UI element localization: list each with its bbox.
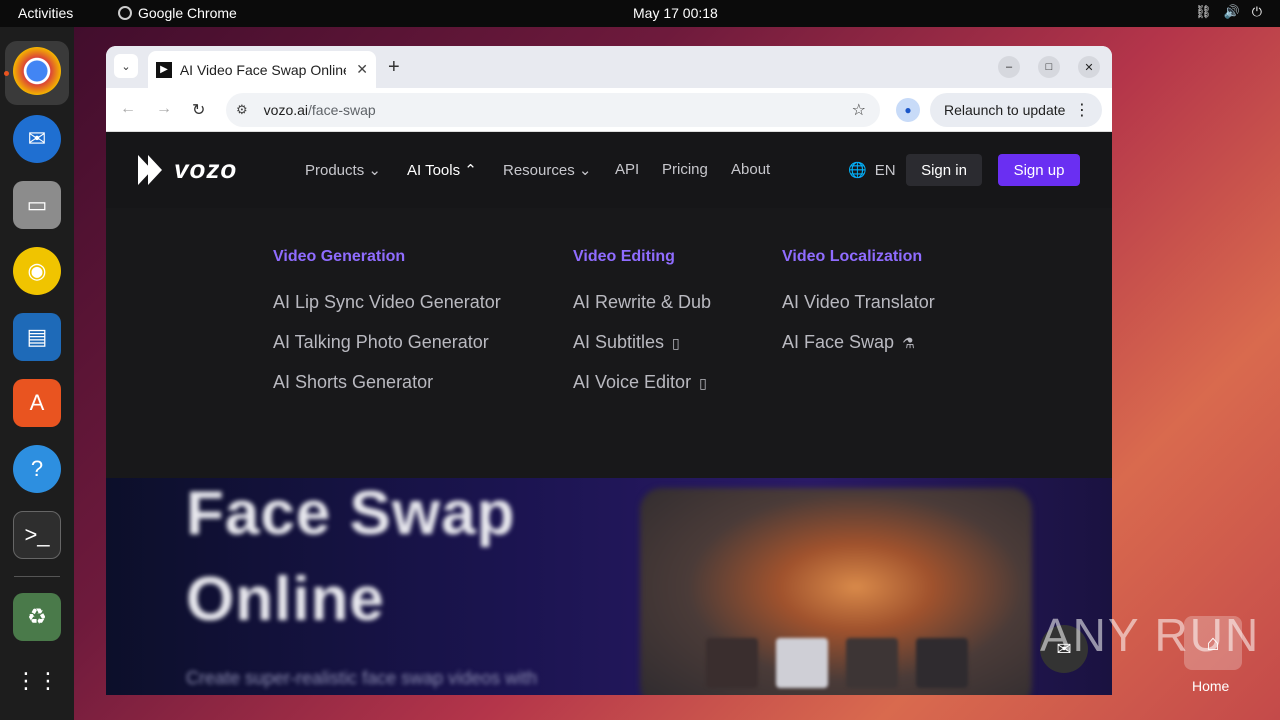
chrome-icon (118, 6, 132, 20)
rhythmbox-icon[interactable]: ◉ (13, 247, 61, 295)
tab-title: AI Video Face Swap Online (179, 61, 347, 78)
minimize-button[interactable]: – (998, 56, 1020, 78)
hero-title-line1: Face Swap (186, 479, 516, 548)
help-icon[interactable]: ? (13, 445, 61, 493)
nav-pricing[interactable]: Pricing (662, 161, 708, 178)
thunderbird-icon[interactable]: ✉ (13, 115, 61, 163)
menu-item-shorts[interactable]: AI Shorts Generator (273, 372, 433, 393)
system-tray[interactable]: ⛓ 🔊 ⏻ (1195, 4, 1262, 20)
web-page: vozo Products ⌄ AI Tools ⌃ Resources ⌄ A… (106, 132, 1112, 695)
nav-api[interactable]: API (615, 161, 639, 178)
chevron-up-icon: ⌃ (464, 162, 477, 179)
tab-active[interactable]: ▶ AI Video Face Swap Online ✕ (148, 51, 376, 88)
vozo-logo[interactable]: vozo (138, 154, 237, 185)
maximize-button[interactable]: □ (1038, 56, 1060, 78)
terminal-icon[interactable]: >_ (13, 511, 61, 559)
menu-item-voice-editor[interactable]: AI Voice Editor ▯ (573, 372, 707, 393)
globe-icon: 🌐 (848, 162, 867, 179)
vozo-favicon-icon: ▶ (156, 61, 172, 78)
language-selector[interactable]: 🌐 EN (848, 161, 896, 180)
tab-search-button[interactable]: ⌄ (114, 54, 138, 78)
site-header: vozo Products ⌄ AI Tools ⌃ Resources ⌄ A… (106, 132, 1112, 208)
menu-item-face-swap[interactable]: AI Face Swap ⚗ (782, 332, 915, 353)
face-thumbnail[interactable] (846, 638, 898, 688)
forward-arrow-icon[interactable]: → (156, 100, 172, 118)
running-indicator (4, 71, 9, 76)
volume-icon: 🔊 (1223, 4, 1240, 19)
chevron-down-icon: ⌄ (578, 162, 592, 179)
menu-item-video-translator[interactable]: AI Video Translator (782, 292, 935, 313)
power-icon: ⏻ (1251, 4, 1262, 19)
back-arrow-icon[interactable]: ← (120, 100, 136, 118)
ai-tools-dropdown: Video Generation AI Lip Sync Video Gener… (106, 208, 1112, 478)
clock[interactable]: May 17 00:18 (633, 5, 718, 21)
files-icon[interactable]: ▭ (13, 181, 61, 229)
menu-item-talking-photo[interactable]: AI Talking Photo Generator (273, 332, 489, 353)
browser-toolbar: ← → ↻ ⚙ vozo.ai/face-swap ☆ ● Relaunch t… (106, 88, 1112, 132)
activities-button[interactable]: Activities (18, 5, 73, 21)
nav-about[interactable]: About (731, 161, 770, 178)
sign-in-button[interactable]: Sign in (906, 154, 982, 186)
chrome-icon[interactable] (13, 47, 61, 95)
menu-item-subtitles[interactable]: AI Subtitles ▯ (573, 332, 680, 353)
menu-item-face-swap-label: AI Face Swap (782, 332, 895, 352)
app-menu[interactable]: Google Chrome (118, 5, 237, 21)
menu-item-rewrite-dub[interactable]: AI Rewrite & Dub (573, 292, 711, 313)
vozo-logo-icon (138, 154, 166, 185)
close-window-button[interactable]: ✕ (1078, 56, 1100, 78)
hero-subtitle: Create super-realistic face swap videos … (186, 668, 538, 688)
new-tab-button[interactable]: + (388, 56, 400, 79)
menu-item-lip-sync[interactable]: AI Lip Sync Video Generator (273, 292, 501, 313)
chrome-window: ⌄ ▶ AI Video Face Swap Online ✕ + – □ ✕ … (106, 46, 1112, 695)
face-thumbnail[interactable] (916, 638, 968, 688)
nav-resources-label: Resources (503, 162, 575, 179)
show-apps-icon[interactable]: ⋮⋮ (13, 657, 61, 705)
reload-icon[interactable]: ↻ (192, 100, 205, 120)
site-info-icon[interactable]: ⚙ (236, 102, 248, 118)
menu-heading-video-editing: Video Editing (573, 248, 675, 265)
mobile-icon: ▯ (672, 335, 680, 351)
bookmark-star-icon[interactable]: ☆ (852, 100, 866, 120)
kebab-menu-icon[interactable]: ⋮ (1074, 100, 1090, 120)
menu-item-subtitles-label: AI Subtitles (573, 332, 665, 352)
face-thumbnail[interactable] (706, 638, 758, 688)
hero-video-preview[interactable] (640, 488, 1032, 695)
nav-ai-tools[interactable]: AI Tools ⌃ (407, 161, 477, 179)
close-icon[interactable]: ✕ (356, 61, 368, 78)
app-name: Google Chrome (138, 5, 237, 21)
sign-up-button[interactable]: Sign up (998, 154, 1080, 186)
menu-heading-video-generation: Video Generation (273, 248, 406, 265)
hero-section: Face Swap Online Create super-realistic … (106, 478, 1112, 695)
nav-ai-tools-label: AI Tools (407, 162, 461, 179)
home-label: Home (1192, 678, 1230, 694)
top-bar: Activities Google Chrome May 17 00:18 ⛓ … (0, 0, 1280, 27)
hero-title-line2: Online (186, 565, 385, 634)
network-icon: ⛓ (1195, 4, 1212, 19)
profile-icon[interactable]: ● (896, 98, 920, 122)
dock: ✉ ▭ ◉ ▤ A ? >_ ♻ ⋮⋮ (0, 27, 74, 720)
face-thumbnail[interactable] (776, 638, 828, 688)
logo-text: vozo (174, 154, 238, 184)
nav-products[interactable]: Products ⌄ (305, 161, 381, 179)
flask-icon: ⚗ (902, 335, 915, 351)
trash-icon[interactable]: ♻ (13, 593, 61, 641)
mobile-icon: ▯ (699, 375, 707, 391)
home-folder-icon[interactable]: ⌂ (1184, 616, 1242, 670)
chevron-down-icon: ⌄ (368, 162, 381, 179)
writer-icon[interactable]: ▤ (13, 313, 61, 361)
url-path: /face-swap (308, 102, 376, 118)
nav-products-label: Products (305, 162, 365, 179)
menu-item-voice-editor-label: AI Voice Editor (573, 372, 692, 392)
relaunch-button[interactable]: Relaunch to update ⋮ (930, 93, 1102, 127)
address-bar[interactable]: ⚙ vozo.ai/face-swap ☆ (226, 93, 880, 127)
relaunch-label: Relaunch to update (944, 102, 1066, 118)
software-icon[interactable]: A (13, 379, 61, 427)
url-host: vozo.ai (263, 102, 309, 118)
menu-heading-video-localization: Video Localization (782, 248, 923, 265)
tab-strip: ⌄ ▶ AI Video Face Swap Online ✕ + – □ ✕ (106, 46, 1112, 88)
nav-resources[interactable]: Resources ⌄ (503, 161, 591, 179)
language-label: EN (874, 161, 896, 179)
